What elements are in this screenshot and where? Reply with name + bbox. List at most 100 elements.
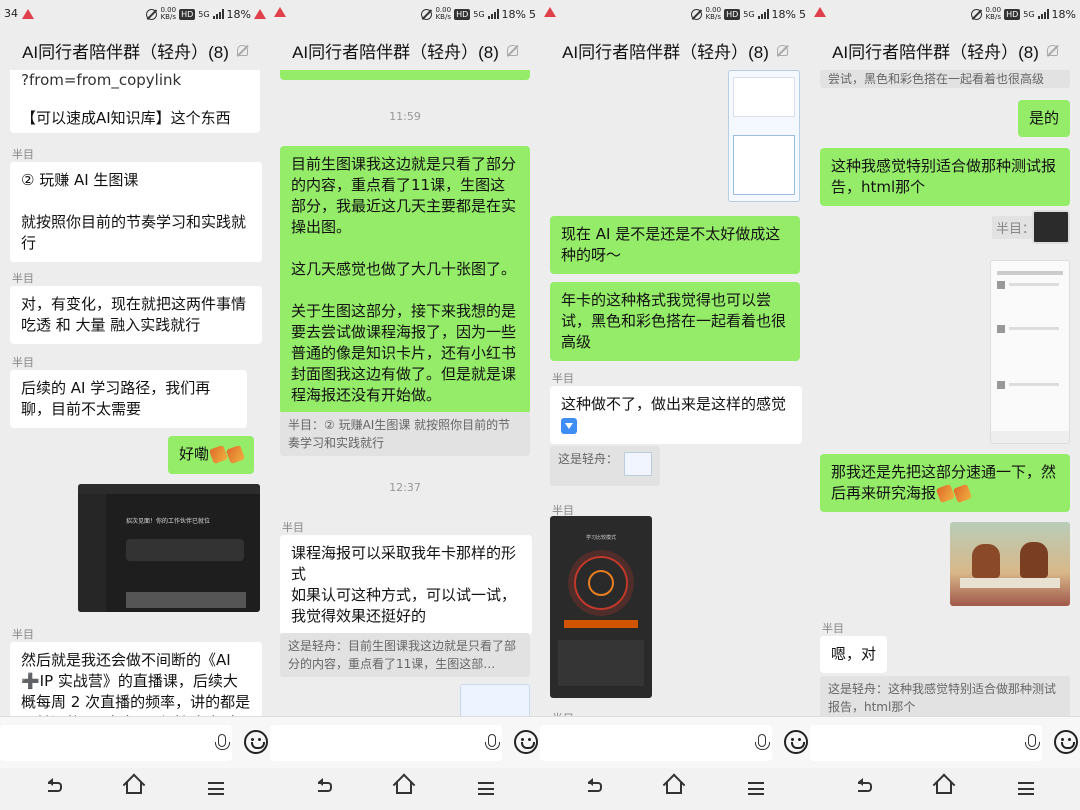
- microphone-icon[interactable]: [1025, 734, 1040, 750]
- bell-off-icon: [1046, 44, 1058, 56]
- input-bar: [0, 716, 270, 768]
- quoted-reply[interactable]: 尝试，黑色和彩色搭在一起看着也很高级: [820, 70, 1070, 88]
- mute-icon: [421, 8, 433, 20]
- message-bubble[interactable]: 课程海报可以采取我年卡那样的形式 如果认可这种方式，可以试一试，我觉得效果还挺好…: [280, 535, 532, 635]
- message-bubble-own[interactable]: 这种我感觉特别适合做那种测试报告，html那个: [820, 148, 1070, 206]
- mute-icon: [146, 8, 158, 20]
- timestamp: 11:59: [389, 110, 421, 123]
- hd-icon: HD: [1004, 8, 1021, 20]
- image-message[interactable]: [460, 684, 530, 716]
- image-message[interactable]: [728, 70, 800, 202]
- menu-icon[interactable]: [1018, 782, 1034, 795]
- system-nav-bar: [810, 768, 1080, 810]
- message-list[interactable]: 11:59 目前生图课我这边就是只看了部分的内容，重点看了11课，生图这部分，我…: [270, 70, 540, 716]
- microphone-icon[interactable]: [485, 734, 500, 750]
- back-icon[interactable]: [858, 778, 872, 792]
- sender-name: 半目: [12, 272, 34, 285]
- message-bubble-own[interactable]: 好嘞: [168, 436, 255, 474]
- home-icon[interactable]: [936, 782, 952, 794]
- message-input[interactable]: [540, 725, 772, 761]
- message-input[interactable]: [0, 725, 232, 761]
- chat-screen-3: 0.00 KB/s HD 5G 18% 5 AI同行者陪伴群（轻舟）(8) 现在 …: [540, 0, 810, 810]
- message-bubble[interactable]: 对，有变化，现在就把这两件事情 吃透 和 大量 融入实践就行: [10, 286, 262, 344]
- quoted-reply[interactable]: 这是轻舟：目前生图课我这边就是只看了部分的内容，重点看了11课，生图这部…: [280, 633, 530, 677]
- quoted-reply[interactable]: 这是轻舟：: [550, 446, 660, 486]
- back-icon[interactable]: [588, 778, 602, 792]
- chat-screen-2: 0.00 KB/s HD 5G 18% 5 AI同行者陪伴群（轻舟）(8) 11:…: [270, 0, 540, 810]
- message-bubble[interactable]: 后续的 AI 学习路径，我们再聊，目前不太需要: [10, 370, 247, 428]
- message-list[interactable]: 尝试，黑色和彩色搭在一起看着也很高级 是的 这种我感觉特别适合做那种测试报告，h…: [810, 70, 1080, 716]
- sender-name: 半目: [552, 372, 574, 385]
- message-bubble-own[interactable]: 年卡的这种格式我觉得也可以尝试，黑色和彩色搭在一起看着也很高级: [550, 282, 800, 361]
- message-bubble[interactable]: 然后就是我还会做不间断的《AI ➕IP 实战营》的直播课，后续大概每周 2 次直…: [10, 642, 262, 716]
- status-bar: 0.00 KB/s HD 5G 18%: [810, 0, 1080, 30]
- image-caption: 招次见面！你的工作伙伴已就位: [126, 518, 211, 525]
- sticker-icon: [208, 444, 229, 465]
- image-message[interactable]: 学习比较模式: [550, 516, 652, 698]
- net-type: 5G: [1023, 9, 1035, 19]
- system-nav-bar: [540, 768, 810, 810]
- image-message[interactable]: 招次见面！你的工作伙伴已就位: [78, 484, 260, 612]
- home-icon[interactable]: [396, 782, 412, 794]
- message-bubble[interactable]: ② 玩赚 AI 生图课 就按照你目前的节奏学习和实践就行: [10, 162, 262, 262]
- quoted-image-thumb: [624, 452, 652, 476]
- arrow-down-icon: [561, 417, 577, 434]
- chat-title-bar[interactable]: AI同行者陪伴群（轻舟）(8): [0, 30, 270, 70]
- chat-title-bar[interactable]: AI同行者陪伴群（轻舟）(8): [270, 30, 540, 70]
- message-bubble-own[interactable]: 是的: [1018, 100, 1071, 137]
- microphone-icon[interactable]: [755, 734, 770, 750]
- sticker-icon: [935, 483, 956, 504]
- menu-icon[interactable]: [478, 782, 494, 795]
- status-bar: 0.00 KB/s HD 5G 18% 5: [270, 0, 540, 30]
- sender-name: 半目: [12, 628, 34, 641]
- alert-icon: [814, 7, 826, 17]
- back-icon[interactable]: [48, 778, 62, 792]
- message-list[interactable]: 现在 AI 是不是还是不太好做成这种的呀～ 年卡的这种格式我觉得也可以尝试，黑色…: [540, 70, 810, 716]
- message-bubble[interactable]: 这种做不了，做出来是这样的感觉: [550, 386, 802, 444]
- mute-icon: [691, 8, 703, 20]
- bell-off-icon: [506, 44, 518, 56]
- microphone-icon[interactable]: [215, 734, 230, 750]
- sender-name: 半目: [822, 622, 844, 635]
- hd-icon: HD: [179, 8, 196, 20]
- system-nav-bar: [0, 768, 270, 810]
- image-message[interactable]: [990, 260, 1070, 444]
- emoji-icon[interactable]: [244, 730, 268, 754]
- emoji-icon[interactable]: [1054, 730, 1078, 754]
- home-icon[interactable]: [126, 782, 142, 794]
- hd-icon: HD: [724, 8, 741, 20]
- message-input[interactable]: [270, 725, 502, 761]
- clock: 34: [4, 7, 18, 20]
- quoted-reply[interactable]: 半目：② 玩赚AI生图课 就按照你目前的节奏学习和实践就行: [280, 412, 530, 456]
- message-bubble[interactable]: 嗯，对: [820, 636, 888, 673]
- chat-title-bar[interactable]: AI同行者陪伴群（轻舟）(8): [540, 30, 810, 70]
- quoted-reply[interactable]: 这是轻舟：这种我感觉特别适合做那种测试报告，html那个: [820, 676, 1070, 716]
- chat-screen-4: 0.00 KB/s HD 5G 18% AI同行者陪伴群（轻舟）(8) 尝试，黑色…: [810, 0, 1080, 810]
- menu-icon[interactable]: [208, 782, 224, 795]
- sticker-icon: [225, 444, 246, 465]
- emoji-icon[interactable]: [784, 730, 808, 754]
- message-bubble-own[interactable]: [280, 70, 530, 80]
- message-bubble-own[interactable]: 目前生图课我这边就是只看了部分的内容，重点看了11课，生图这部分，我最近这几天主…: [280, 146, 530, 414]
- alert-icon: [22, 8, 34, 19]
- mute-icon: [971, 8, 983, 20]
- message-list[interactable]: ?from=from_copylink 【可以速成AI知识库】这个东西 半目 ②…: [0, 70, 270, 716]
- back-icon[interactable]: [318, 778, 332, 792]
- chat-title-bar[interactable]: AI同行者陪伴群（轻舟）(8): [810, 30, 1080, 70]
- status-bar: 34 0.00 KB/s HD 5G 18%: [0, 0, 270, 30]
- net-type: 5G: [198, 9, 210, 19]
- home-icon[interactable]: [666, 782, 682, 794]
- app-root: 34 0.00 KB/s HD 5G 18% AI同行者陪伴群（轻舟）(8) ?f…: [0, 0, 1080, 810]
- quoted-image-thumb[interactable]: [1032, 210, 1070, 244]
- status-bar: 0.00 KB/s HD 5G 18% 5: [540, 0, 810, 30]
- message-bubble-own[interactable]: 那我还是先把这部分速通一下，然后再来研究海报: [820, 454, 1070, 512]
- message-bubble-own[interactable]: 现在 AI 是不是还是不太好做成这种的呀～: [550, 216, 800, 274]
- message-input[interactable]: [810, 725, 1042, 761]
- message-bubble[interactable]: ?from=from_copylink 【可以速成AI知识库】这个东西: [10, 70, 260, 133]
- image-message[interactable]: [950, 522, 1070, 606]
- battery: 18%: [1051, 7, 1076, 21]
- battery: 18%: [501, 7, 526, 21]
- alert-icon: [274, 7, 286, 17]
- emoji-icon[interactable]: [514, 730, 538, 754]
- menu-icon[interactable]: [748, 782, 764, 795]
